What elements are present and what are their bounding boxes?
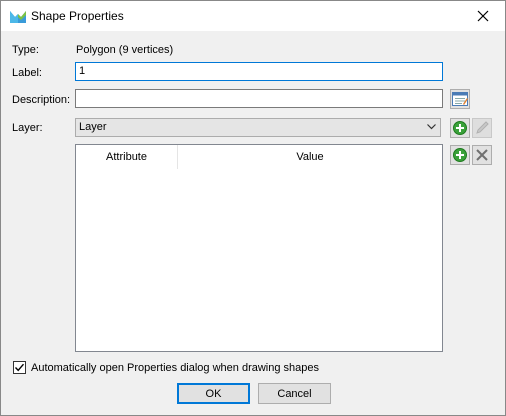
add-attribute-button[interactable] [450, 145, 470, 165]
add-layer-button[interactable] [450, 118, 470, 138]
auto-open-label[interactable]: Automatically open Properties dialog whe… [31, 362, 319, 374]
add-circle-icon [453, 121, 467, 135]
add-circle-icon [453, 148, 467, 162]
description-input[interactable] [75, 89, 443, 108]
edit-description-button[interactable] [450, 89, 470, 109]
auto-open-checkbox[interactable] [13, 361, 26, 374]
label-input[interactable]: 1 [75, 62, 443, 81]
app-logo-icon [10, 9, 26, 23]
description-label: Description: [12, 94, 71, 106]
ok-button[interactable]: OK [177, 383, 250, 404]
window-title: Shape Properties [31, 9, 124, 23]
type-label: Type: [12, 44, 39, 56]
title-bar: Shape Properties [1, 1, 505, 31]
type-value: Polygon (9 vertices) [76, 44, 174, 56]
delete-x-icon [476, 149, 488, 161]
attributes-grid[interactable]: Attribute Value [75, 144, 443, 352]
label-label: Label: [12, 67, 42, 79]
shape-properties-dialog: Shape Properties Type: Polygon (9 vertic… [0, 0, 506, 416]
delete-attribute-button[interactable] [472, 145, 492, 165]
close-button[interactable] [461, 1, 505, 31]
close-icon [477, 10, 489, 22]
column-header-value[interactable]: Value [178, 145, 442, 169]
layer-select[interactable]: Layer [75, 118, 441, 137]
notes-icon [452, 92, 468, 106]
column-header-attribute[interactable]: Attribute [76, 145, 178, 169]
pencil-icon [476, 121, 489, 134]
layer-label: Layer: [12, 122, 43, 134]
chevron-down-icon [427, 124, 436, 130]
edit-layer-button[interactable] [472, 118, 492, 138]
cancel-button[interactable]: Cancel [258, 383, 331, 404]
grid-header: Attribute Value [76, 145, 442, 169]
layer-select-value: Layer [79, 121, 107, 133]
checkmark-icon [14, 363, 25, 372]
